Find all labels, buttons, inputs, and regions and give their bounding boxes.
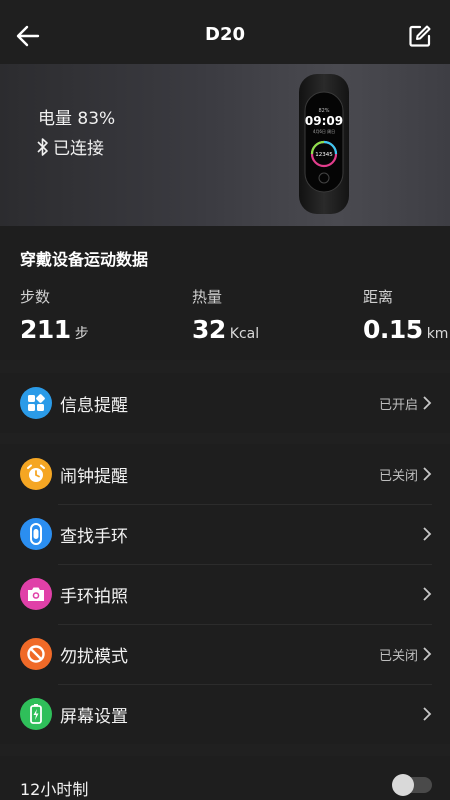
calories-stat: 热量 32 Kcal (192, 286, 259, 344)
hour12-label: 12小时制 (20, 780, 89, 799)
band-date: 4月6日 周日 (313, 128, 335, 134)
chevron-right-icon (423, 527, 432, 541)
calories-label: 热量 (192, 288, 223, 306)
top-bar: D20 (0, 0, 450, 64)
chevron-right-icon (423, 587, 432, 601)
band-time: 09:09 (305, 114, 343, 128)
connection-status: 已连接 (36, 134, 104, 159)
distance-value: 0.15 (363, 315, 423, 344)
functions-group: 闹钟提醒 已关闭 查找手环 手环拍照 勿扰模式 已关闭 屏幕设置 (0, 444, 450, 744)
band-steps: 12345 (315, 152, 333, 158)
distance-label: 距离 (363, 288, 394, 306)
notify-label: 信息提醒 (60, 395, 128, 416)
chevron-right-icon (423, 707, 432, 721)
steps-unit: 步 (74, 326, 89, 342)
steps-value: 211 (20, 315, 71, 344)
screen-settings-row[interactable]: 屏幕设置 (0, 684, 450, 744)
calories-value: 32 (192, 315, 226, 344)
steps-stat: 步数 211 步 (20, 286, 89, 344)
chevron-right-icon (423, 396, 432, 410)
alarm-status: 已关闭 (378, 468, 418, 484)
alarm-row[interactable]: 闹钟提醒 已关闭 (0, 444, 450, 504)
notify-row[interactable]: 信息提醒 已开启 (0, 373, 450, 433)
page-title: D20 (205, 24, 245, 45)
distance-stat: 距离 0.15 km (363, 286, 448, 344)
screen-battery-icon (20, 698, 52, 730)
camera-icon (20, 578, 52, 610)
chevron-right-icon (423, 647, 432, 661)
battery-level: 电量 83% (38, 109, 116, 129)
screen-settings-label: 屏幕设置 (60, 706, 128, 727)
sport-data-title: 穿戴设备运动数据 (20, 250, 149, 269)
band-camera-row[interactable]: 手环拍照 (0, 564, 450, 624)
device-card: 电量 83% 已连接 82% 09:09 4月6日 周日 12345 (0, 64, 450, 226)
no-disturb-icon (20, 638, 52, 670)
apps-icon (20, 387, 52, 419)
find-band-label: 查找手环 (60, 526, 128, 547)
distance-unit: km (426, 326, 449, 342)
bluetooth-icon (37, 137, 48, 156)
dnd-status: 已关闭 (378, 648, 418, 664)
band-camera-label: 手环拍照 (60, 586, 128, 607)
hour12-toggle[interactable] (392, 774, 432, 796)
hour12-row: 12小时制 (0, 756, 450, 800)
notify-status: 已开启 (378, 397, 418, 413)
connection-label: 已连接 (53, 139, 104, 159)
toggle-knob (392, 774, 414, 796)
band-image: 82% 09:09 4月6日 周日 12345 (299, 74, 349, 214)
steps-label: 步数 (20, 288, 51, 306)
band-icon (20, 518, 52, 550)
chevron-right-icon (423, 467, 432, 481)
notify-group: 信息提醒 已开启 (0, 373, 450, 433)
edit-icon (409, 25, 431, 47)
find-band-row[interactable]: 查找手环 (0, 504, 450, 564)
sport-data-card: 穿戴设备运动数据 步数 211 步 热量 32 Kcal 距离 0.15 km (0, 226, 450, 360)
dnd-row[interactable]: 勿扰模式 已关闭 (0, 624, 450, 684)
alarm-label: 闹钟提醒 (60, 466, 128, 487)
calories-unit: Kcal (229, 326, 260, 342)
edit-button[interactable] (402, 18, 438, 54)
dnd-label: 勿扰模式 (60, 646, 128, 667)
alarm-clock-icon (20, 458, 52, 490)
